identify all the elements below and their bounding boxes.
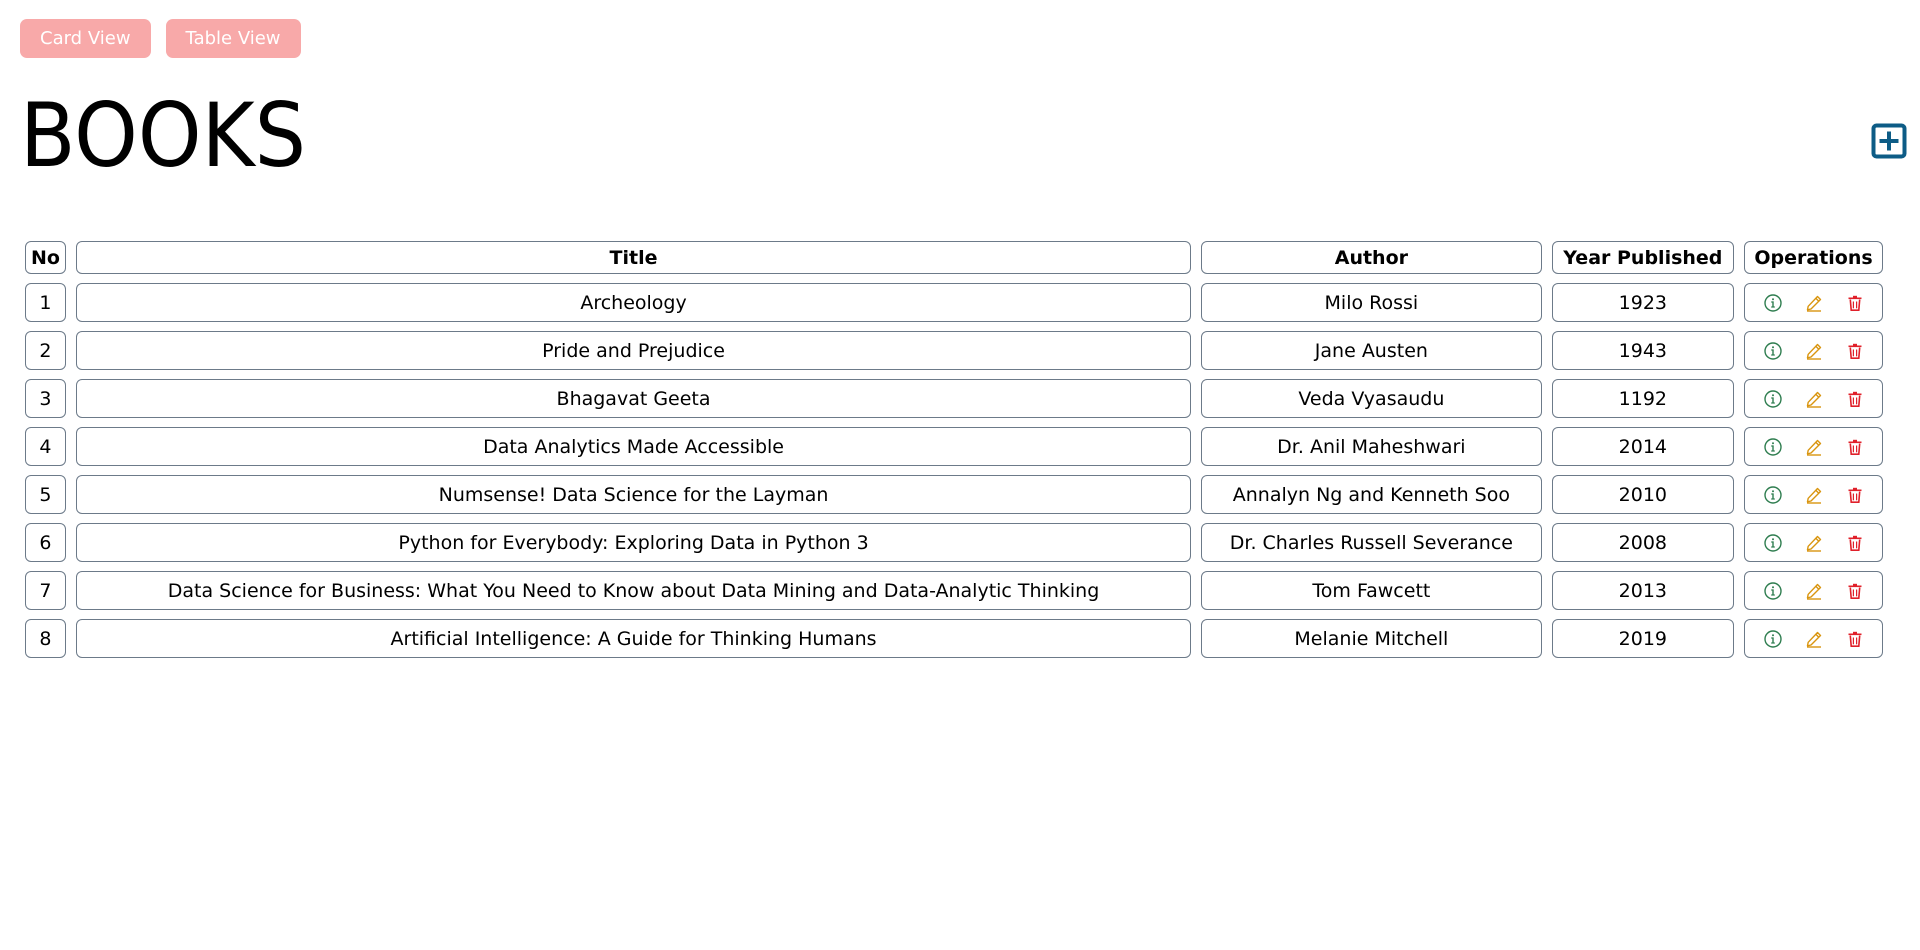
delete-icon[interactable] bbox=[1845, 293, 1865, 313]
view-toggle: Card View Table View bbox=[20, 19, 301, 58]
cell-author: Dr. Anil Maheshwari bbox=[1201, 427, 1542, 466]
info-icon[interactable] bbox=[1763, 581, 1783, 601]
table-row: 5 Numsense! Data Science for the Layman … bbox=[25, 475, 1883, 514]
table-row: 8 Artificial Intelligence: A Guide for T… bbox=[25, 619, 1883, 658]
cell-year: 2013 bbox=[1551, 571, 1735, 610]
page-title: BOOKS bbox=[20, 84, 307, 187]
table-row: 3 Bhagavat Geeta Veda Vyasaudu 1192 bbox=[25, 379, 1883, 418]
cell-title: Data Analytics Made Accessible bbox=[75, 427, 1192, 466]
edit-icon[interactable] bbox=[1804, 293, 1824, 313]
info-icon[interactable] bbox=[1763, 629, 1783, 649]
cell-year: 2008 bbox=[1551, 523, 1735, 562]
cell-no: 7 bbox=[25, 571, 66, 610]
operations-group bbox=[1745, 620, 1882, 657]
info-icon[interactable] bbox=[1763, 389, 1783, 409]
cell-author: Tom Fawcett bbox=[1201, 571, 1542, 610]
info-icon[interactable] bbox=[1763, 341, 1783, 361]
cell-no: 1 bbox=[25, 283, 66, 322]
info-icon[interactable] bbox=[1763, 533, 1783, 553]
cell-author: Dr. Charles Russell Severance bbox=[1201, 523, 1542, 562]
card-view-button[interactable]: Card View bbox=[20, 19, 151, 58]
books-table-body: 1 Archeology Milo Rossi 1923 2 Pride and… bbox=[25, 283, 1883, 658]
operations-group bbox=[1745, 332, 1882, 369]
cell-author: Milo Rossi bbox=[1201, 283, 1542, 322]
cell-operations bbox=[1744, 475, 1883, 514]
operations-group bbox=[1745, 284, 1882, 321]
cell-year: 2014 bbox=[1551, 427, 1735, 466]
delete-icon[interactable] bbox=[1845, 629, 1865, 649]
operations-group bbox=[1745, 572, 1882, 609]
cell-title: Numsense! Data Science for the Layman bbox=[75, 475, 1192, 514]
cell-author: Jane Austen bbox=[1201, 331, 1542, 370]
cell-year: 1923 bbox=[1551, 283, 1735, 322]
edit-icon[interactable] bbox=[1804, 629, 1824, 649]
cell-no: 4 bbox=[25, 427, 66, 466]
delete-icon[interactable] bbox=[1845, 389, 1865, 409]
info-icon[interactable] bbox=[1763, 293, 1783, 313]
cell-title: Bhagavat Geeta bbox=[75, 379, 1192, 418]
table-row: 6 Python for Everybody: Exploring Data i… bbox=[25, 523, 1883, 562]
cell-operations bbox=[1744, 427, 1883, 466]
cell-no: 8 bbox=[25, 619, 66, 658]
info-icon[interactable] bbox=[1763, 437, 1783, 457]
cell-title: Archeology bbox=[75, 283, 1192, 322]
table-row: 1 Archeology Milo Rossi 1923 bbox=[25, 283, 1883, 322]
operations-group bbox=[1745, 380, 1882, 417]
header-year-published: Year Published bbox=[1551, 241, 1735, 274]
edit-icon[interactable] bbox=[1804, 533, 1824, 553]
add-book-button[interactable] bbox=[1871, 123, 1907, 159]
delete-icon[interactable] bbox=[1845, 485, 1865, 505]
cell-author: Annalyn Ng and Kenneth Soo bbox=[1201, 475, 1542, 514]
header-operations: Operations bbox=[1744, 241, 1883, 274]
cell-operations bbox=[1744, 379, 1883, 418]
cell-no: 5 bbox=[25, 475, 66, 514]
table-view-button[interactable]: Table View bbox=[165, 19, 301, 58]
cell-title: Python for Everybody: Exploring Data in … bbox=[75, 523, 1192, 562]
header-title: Title bbox=[75, 241, 1192, 274]
delete-icon[interactable] bbox=[1845, 581, 1865, 601]
cell-year: 1943 bbox=[1551, 331, 1735, 370]
table-row: 2 Pride and Prejudice Jane Austen 1943 bbox=[25, 331, 1883, 370]
cell-operations bbox=[1744, 619, 1883, 658]
cell-year: 2019 bbox=[1551, 619, 1735, 658]
cell-no: 3 bbox=[25, 379, 66, 418]
cell-title: Artificial Intelligence: A Guide for Thi… bbox=[75, 619, 1192, 658]
delete-icon[interactable] bbox=[1845, 533, 1865, 553]
operations-group bbox=[1745, 524, 1882, 561]
plus-square-icon bbox=[1871, 123, 1907, 159]
cell-operations bbox=[1744, 331, 1883, 370]
operations-group bbox=[1745, 476, 1882, 513]
cell-author: Veda Vyasaudu bbox=[1201, 379, 1542, 418]
cell-title: Data Science for Business: What You Need… bbox=[75, 571, 1192, 610]
cell-author: Melanie Mitchell bbox=[1201, 619, 1542, 658]
info-icon[interactable] bbox=[1763, 485, 1783, 505]
cell-year: 2010 bbox=[1551, 475, 1735, 514]
cell-title: Pride and Prejudice bbox=[75, 331, 1192, 370]
operations-group bbox=[1745, 428, 1882, 465]
cell-operations bbox=[1744, 523, 1883, 562]
cell-no: 2 bbox=[25, 331, 66, 370]
edit-icon[interactable] bbox=[1804, 485, 1824, 505]
header-no: No bbox=[25, 241, 66, 274]
cell-year: 1192 bbox=[1551, 379, 1735, 418]
table-header-row: No Title Author Year Published Operation… bbox=[25, 241, 1883, 274]
edit-icon[interactable] bbox=[1804, 437, 1824, 457]
table-row: 7 Data Science for Business: What You Ne… bbox=[25, 571, 1883, 610]
header-author: Author bbox=[1201, 241, 1542, 274]
delete-icon[interactable] bbox=[1845, 437, 1865, 457]
delete-icon[interactable] bbox=[1845, 341, 1865, 361]
books-table: No Title Author Year Published Operation… bbox=[15, 232, 1893, 667]
edit-icon[interactable] bbox=[1804, 341, 1824, 361]
cell-no: 6 bbox=[25, 523, 66, 562]
edit-icon[interactable] bbox=[1804, 389, 1824, 409]
cell-operations bbox=[1744, 283, 1883, 322]
cell-operations bbox=[1744, 571, 1883, 610]
books-page: Card View Table View BOOKS No Title Auth… bbox=[0, 0, 1920, 950]
edit-icon[interactable] bbox=[1804, 581, 1824, 601]
table-row: 4 Data Analytics Made Accessible Dr. Ani… bbox=[25, 427, 1883, 466]
